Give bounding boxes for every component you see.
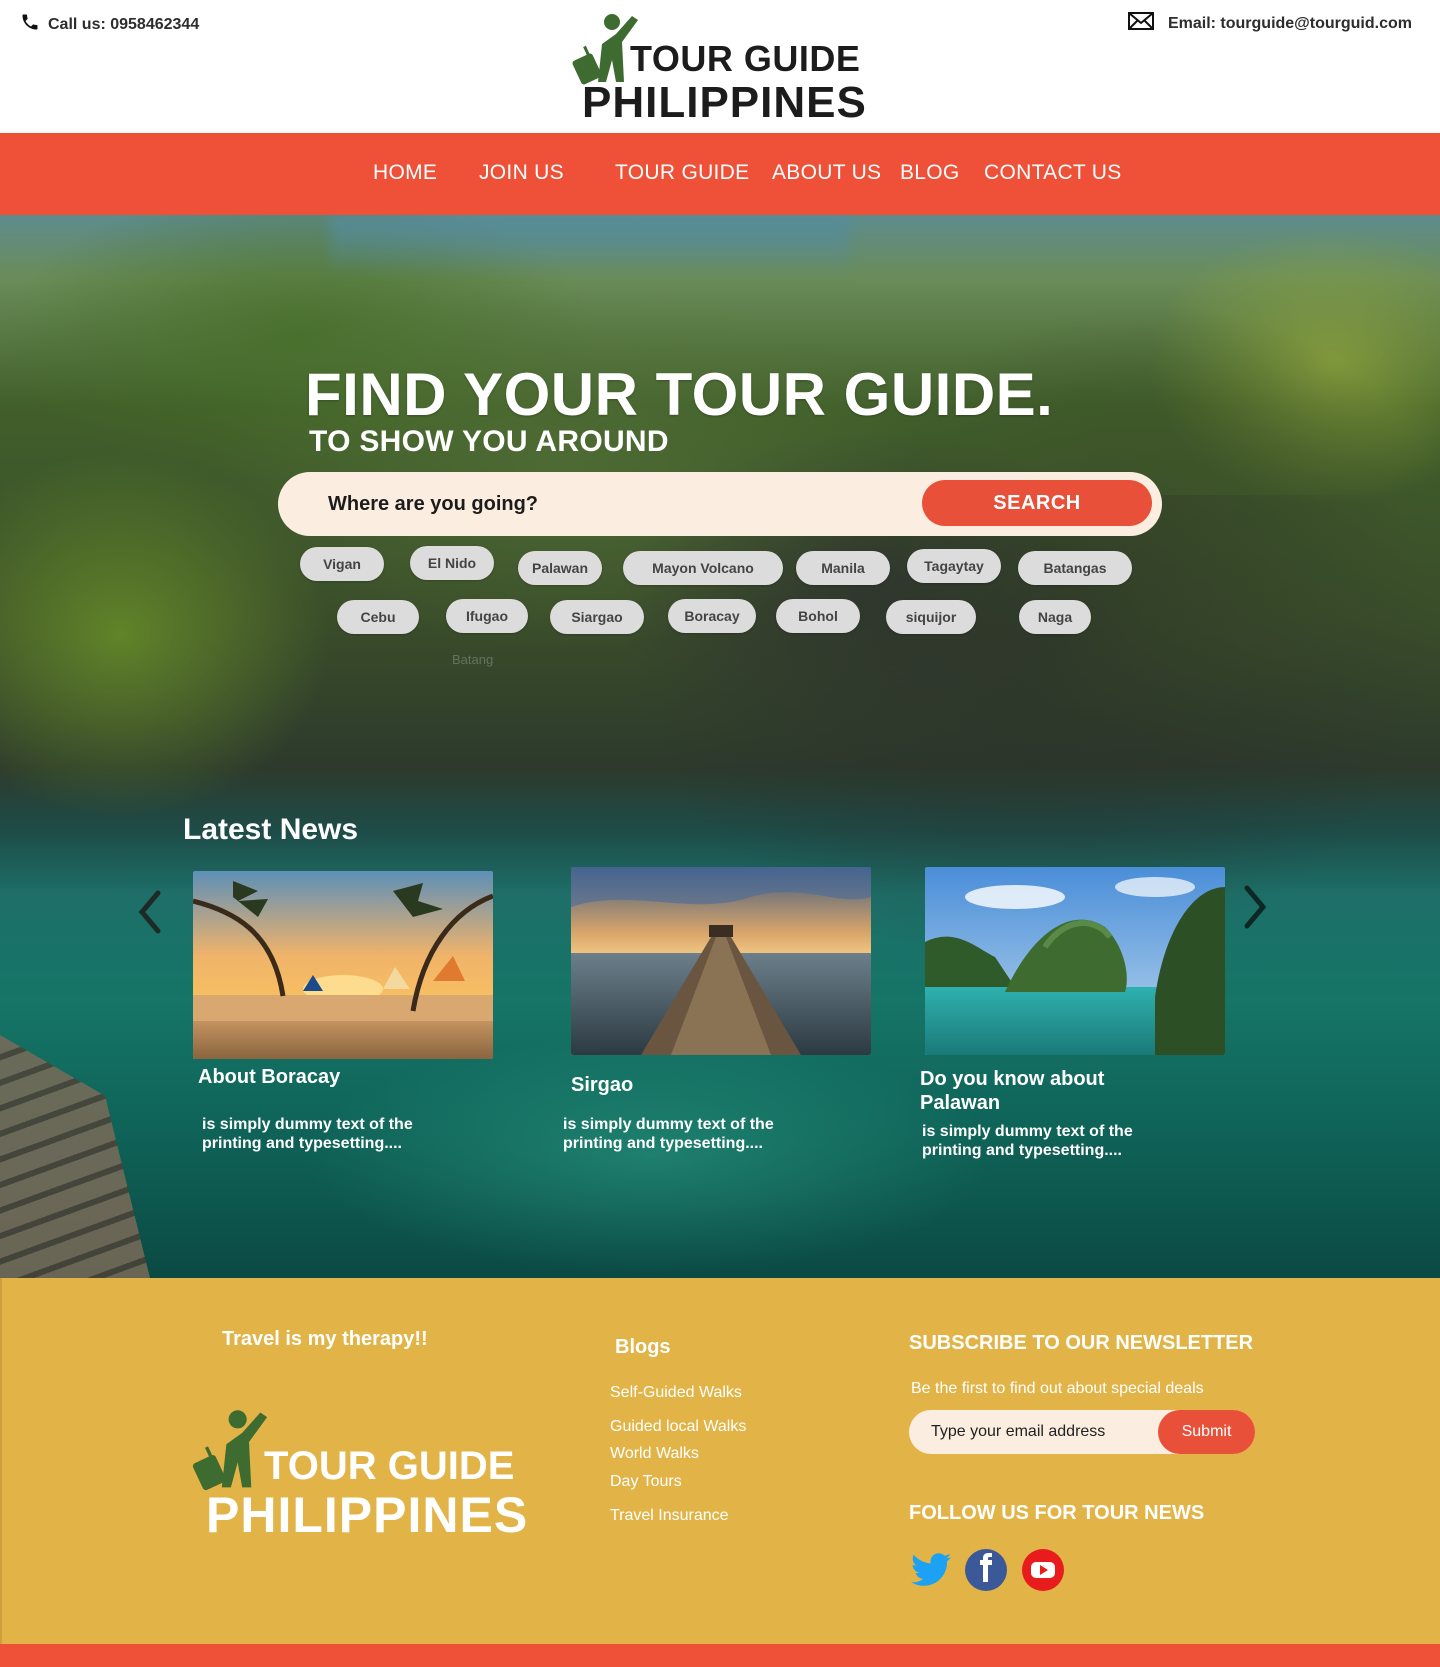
destination-tag-palawan[interactable]: Palawan [518,551,602,585]
boracay-sunset-image [193,871,493,1059]
news-card-palawan[interactable]: Do you know about Palawan is simply dumm… [920,867,1225,1159]
email-contact[interactable]: Email: tourguide@tourguid.com [1127,12,1412,35]
destination-search-input[interactable] [328,484,888,524]
footer-logo-line2: PHILIPPINES [206,1487,529,1543]
logo-text-line2: PHILIPPINES [582,78,867,127]
destination-tag-ifugao[interactable]: Ifugao [446,599,528,633]
hero-background-dock [0,1035,150,1278]
nav-contact-us[interactable]: CONTACT US [984,161,1122,185]
carousel-next-arrow[interactable] [1235,882,1275,932]
site-logo[interactable]: TOUR GUIDE PHILIPPINES [568,8,868,127]
destination-tag-bohol[interactable]: Bohol [776,599,860,633]
news-card-excerpt: is simply dummy text of the printing and… [202,1116,413,1152]
newsletter-email-input[interactable] [931,1420,1151,1444]
traveler-logo-icon [192,1408,272,1498]
siargao-boardwalk-image [571,867,871,1055]
destination-tag-batangas[interactable]: Batangas [1018,551,1132,585]
blog-link-travel-insurance[interactable]: Travel Insurance [610,1507,729,1525]
hero-subtitle: TO SHOW YOU AROUND [309,425,669,458]
search-bar: SEARCH [278,472,1162,536]
blog-link-guided-local-walks[interactable]: Guided local Walks [610,1418,746,1436]
newsletter-submit-button[interactable]: Submit [1158,1410,1255,1454]
phone-icon [20,12,40,37]
destination-tag-vigan[interactable]: Vigan [300,547,384,581]
destination-tag-siargao[interactable]: Siargao [550,600,644,634]
destination-tag-boracay[interactable]: Boracay [668,599,756,633]
palawan-lagoon-image [925,867,1225,1055]
blogs-heading: Blogs [615,1336,671,1358]
footer-tagline: Travel is my therapy!! [222,1328,428,1350]
blog-link-day-tours[interactable]: Day Tours [610,1473,682,1491]
email-label: Email: tourguide@tourguid.com [1167,14,1412,32]
news-card-title: About Boracay [198,1066,341,1088]
destination-tag-el-nido[interactable]: El Nido [410,546,494,580]
carousel-prev-arrow[interactable] [130,887,170,937]
news-card-boracay[interactable]: About Boracay is simply dummy text of th… [193,871,493,1152]
destination-tag-manila[interactable]: Manila [796,551,890,585]
nav-tour-guide[interactable]: TOUR GUIDE [615,161,749,185]
latest-news-title: Latest News [183,813,359,846]
destination-tag-tagaytay[interactable]: Tagaytay [907,549,1001,583]
logo-text-line1: TOUR GUIDE [630,38,861,79]
nav-blog[interactable]: BLOG [900,161,960,185]
news-card-excerpt: is simply dummy text of the printing and… [563,1116,774,1152]
destination-tag-cebu[interactable]: Cebu [337,600,419,634]
phone-contact[interactable]: Call us: 0958462344 [20,12,199,37]
destination-tag-naga[interactable]: Naga [1019,600,1091,634]
hero-title: FIND YOUR TOUR GUIDE. [305,361,1054,428]
destination-tag-mayon-volcano[interactable]: Mayon Volcano [623,551,783,585]
search-button[interactable]: SEARCH [922,480,1152,526]
faded-tag-text: Batang [452,652,494,667]
newsletter-heading: SUBSCRIBE TO OUR NEWSLETTER [909,1332,1254,1354]
footer-logo-line1: TOUR GUIDE [264,1444,515,1488]
nav-home[interactable]: HOME [373,161,437,185]
facebook-icon[interactable] [964,1548,1008,1592]
footer-bottom-bar [0,1644,1440,1667]
envelope-icon [1127,12,1154,35]
nav-about-us[interactable]: ABOUT US [772,161,881,185]
newsletter-form: Submit [909,1410,1255,1454]
news-card-siargao[interactable]: Sirgao is simply dummy text of the print… [563,867,871,1152]
news-card-title: Sirgao [571,1074,634,1096]
top-bar: Call us: 0958462344 TOUR GUIDE PHILIPPIN… [0,0,1440,133]
blog-link-world-walks[interactable]: World Walks [610,1445,699,1463]
destination-tag-siquijor[interactable]: siquijor [886,600,976,634]
hero-background-sky [330,215,850,275]
footer-logo[interactable]: TOUR GUIDE PHILIPPINES [192,1408,552,1558]
hero-section: FIND YOUR TOUR GUIDE. TO SHOW YOU AROUND… [0,215,1440,1278]
follow-heading: FOLLOW US FOR TOUR NEWS [909,1502,1205,1524]
main-nav: HOME JOIN US TOUR GUIDE ABOUT US BLOG CO… [0,133,1440,215]
nav-join-us[interactable]: JOIN US [479,161,564,185]
site-footer: Travel is my therapy!! TOUR GUIDE PHILIP… [0,1278,1440,1644]
phone-label: Call us: 0958462344 [48,15,200,33]
newsletter-description: Be the first to find out about special d… [911,1380,1204,1397]
youtube-icon[interactable] [1021,1548,1065,1592]
twitter-icon[interactable] [909,1548,953,1592]
news-card-excerpt: is simply dummy text of the printing and… [922,1123,1133,1159]
news-card-title: Do you know about Palawan [920,1068,1105,1114]
blog-link-self-guided-walks[interactable]: Self-Guided Walks [610,1384,742,1402]
